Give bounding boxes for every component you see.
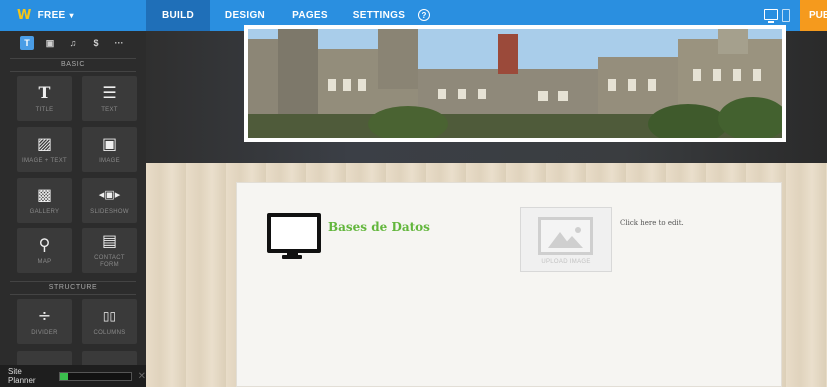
image-icon: ▣: [101, 133, 118, 153]
mountain-shape-small: [561, 236, 583, 248]
element-image[interactable]: ▣ IMAGE: [82, 127, 137, 172]
tab-settings-label: SETTINGS: [352, 10, 406, 21]
editable-text[interactable]: Click here to edit.: [620, 219, 684, 227]
map-icon: ⚲: [38, 234, 51, 254]
structure-section-header: STRUCTURE: [10, 281, 136, 295]
weebly-logo-icon: W: [17, 8, 32, 23]
upload-image-label: UPLOAD IMAGE: [541, 259, 591, 265]
tab-pages-label: PAGES: [292, 10, 328, 21]
title-icon: T: [38, 82, 51, 102]
tab-build[interactable]: BUILD: [146, 0, 210, 31]
elements-sidebar: T ▣ ♫ $ ··· BASIC T TITLE ☰ TEXT ▨ IMAGE…: [0, 31, 146, 387]
element-label: DIVIDER: [31, 329, 58, 336]
element-gallery[interactable]: ▩ GALLERY: [17, 178, 72, 223]
element-label: TEXT: [101, 106, 118, 113]
help-glyph: ?: [421, 10, 427, 20]
help-icon[interactable]: ?: [418, 9, 430, 21]
contact-form-icon: ▤: [101, 231, 118, 250]
campus-building-image: [248, 29, 782, 138]
desktop-view-icon[interactable]: [764, 9, 778, 23]
upload-image-placeholder[interactable]: UPLOAD IMAGE: [520, 207, 612, 272]
text-icon: ☰: [102, 82, 117, 102]
divider-icon: ÷: [37, 305, 52, 325]
publish-label: PUBLISH: [809, 10, 827, 21]
element-label: TITLE: [35, 106, 54, 113]
element-label: MAP: [37, 258, 52, 265]
element-label: IMAGE + TEXT: [22, 157, 67, 164]
basic-section-header: BASIC: [10, 58, 136, 72]
monitor-screen: [267, 213, 321, 253]
more-tool-icon[interactable]: ···: [112, 36, 126, 50]
element-label: IMAGE: [99, 157, 120, 164]
image-text-icon: ▨: [36, 133, 53, 153]
element-slideshow[interactable]: ◂▣▸ SLIDESHOW: [82, 178, 137, 223]
element-contact-form[interactable]: ▤ CONTACT FORM: [82, 228, 137, 273]
element-map[interactable]: ⚲ MAP: [17, 228, 72, 273]
gallery-icon: ▩: [36, 184, 53, 204]
element-label: GALLERY: [29, 208, 60, 215]
element-image-text[interactable]: ▨ IMAGE + TEXT: [17, 127, 72, 172]
element-columns[interactable]: ▯▯ COLUMNS: [82, 299, 137, 344]
element-title[interactable]: T TITLE: [17, 76, 72, 121]
media-tool-icon[interactable]: ▣: [43, 36, 57, 50]
block-title[interactable]: Bases de Datos: [328, 220, 430, 234]
element-label: CONTACT FORM: [94, 255, 125, 268]
element-label: COLUMNS: [93, 329, 126, 336]
element-text[interactable]: ☰ TEXT: [82, 76, 137, 121]
image-placeholder-icon: [538, 217, 593, 255]
device-switcher: [764, 9, 790, 23]
music-tool-icon[interactable]: ♫: [66, 36, 80, 50]
element-divider[interactable]: ÷ DIVIDER: [17, 299, 72, 344]
sun-shape: [575, 227, 581, 233]
publish-button[interactable]: PUBLISH: [800, 0, 827, 31]
site-planner-progress-fill: [59, 372, 69, 380]
mobile-view-icon[interactable]: [782, 9, 790, 22]
plan-menu-button[interactable]: W FREE ▾: [0, 0, 146, 31]
monitor-icon[interactable]: [264, 209, 322, 259]
commerce-tool-icon[interactable]: $: [89, 36, 103, 50]
site-planner-bar[interactable]: Site Planner ✕: [0, 365, 146, 387]
header-image[interactable]: [244, 25, 786, 142]
element-label: SLIDESHOW: [90, 208, 129, 215]
slideshow-icon: ◂▣▸: [98, 187, 121, 201]
tab-build-label: BUILD: [161, 10, 195, 21]
chevron-down-icon: ▾: [69, 11, 74, 20]
columns-icon: ▯▯: [102, 308, 117, 323]
text-tool-icon[interactable]: T: [20, 36, 34, 50]
monitor-base: [282, 255, 302, 259]
plan-label: FREE: [37, 10, 66, 21]
close-icon[interactable]: ✕: [138, 371, 146, 382]
tab-design-label: DESIGN: [224, 10, 266, 21]
site-planner-progress: [58, 371, 132, 381]
site-planner-label: Site Planner: [8, 367, 36, 385]
element-category-toolbar: T ▣ ♫ $ ···: [0, 31, 146, 55]
